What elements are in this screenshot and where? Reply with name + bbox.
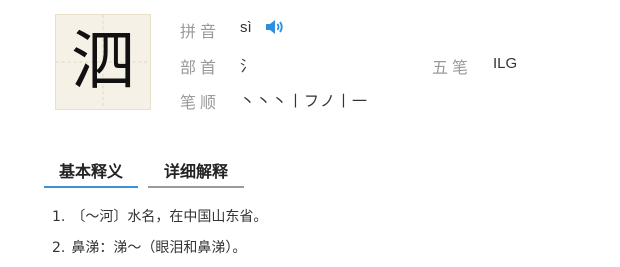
radical-label: 部首 <box>180 58 221 77</box>
stroke-order-label: 笔顺 <box>180 93 221 112</box>
wubi-value: ILG <box>493 55 518 72</box>
character-glyph: 泗 <box>71 25 135 99</box>
tab-detailed-explanation[interactable]: 详细解释 <box>148 148 244 188</box>
stroke-order-value: 丶丶丶丨フノ丨一 <box>240 93 369 110</box>
tab-basic-meaning[interactable]: 基本释义 <box>44 148 138 188</box>
definition-number: 1. <box>52 209 66 225</box>
definition-number: 2. <box>52 240 66 256</box>
wubi-label: 五笔 <box>432 58 473 77</box>
speaker-icon[interactable] <box>264 19 284 35</box>
definition-tabs: 基本释义 详细解释 <box>44 148 620 188</box>
pinyin-value: sì <box>240 19 252 36</box>
definition-item: 2. 鼻涕：涕～（眼泪和鼻涕）。 <box>52 237 246 257</box>
definition-item: 1. 〔～河〕水名，在中国山东省。 <box>52 206 267 226</box>
definition-text: 鼻涕：涕～（眼泪和鼻涕）。 <box>71 240 247 256</box>
definition-text: 〔～河〕水名，在中国山东省。 <box>71 209 268 225</box>
pinyin-label: 拼音 <box>180 22 221 41</box>
character-tile: 泗 <box>55 14 151 110</box>
radical-value: 氵 <box>240 58 256 75</box>
